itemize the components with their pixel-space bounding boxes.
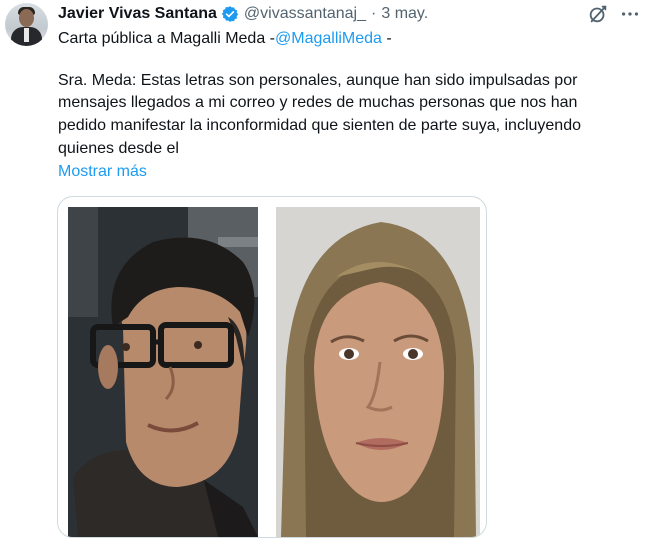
first-line-suffix: - [381,30,392,47]
woman-portrait-illustration [276,207,480,537]
author-handle[interactable]: @vivassantanaj_ [244,5,366,23]
tweet-header: Javier Vivas Santana @vivassantanaj_ · 3… [58,4,428,24]
body-line-1: Sra. Meda: Estas letras son personales, … [58,72,578,89]
body-line-3: pedido manifestar la inconformidad que s… [58,117,581,134]
avatar-shirt [24,28,29,42]
body-line-2: mensajes llegados a mi correo y redes de… [58,94,578,111]
more-options-icon[interactable] [619,3,641,25]
media-photo-man[interactable] [68,207,258,537]
header-separator: · [371,5,377,22]
mention-link[interactable]: @MagalliMeda [275,30,382,47]
avatar-head [19,9,34,27]
author-name[interactable]: Javier Vivas Santana [58,5,217,23]
author-avatar[interactable] [5,3,48,46]
tweet-date[interactable]: 3 may. [381,5,428,23]
verified-badge-icon [221,6,239,22]
first-line-prefix: Carta pública a Magalli Meda - [58,30,275,47]
grok-icon[interactable] [587,3,609,25]
show-more-link[interactable]: Mostrar más [58,161,147,182]
man-portrait-illustration [68,207,258,537]
tweet-first-line: Carta pública a Magalli Meda -@MagalliMe… [58,28,392,49]
body-line-4: quienes desde el [58,140,179,157]
media-photo-woman[interactable] [276,207,480,537]
tweet-media[interactable] [57,196,487,538]
